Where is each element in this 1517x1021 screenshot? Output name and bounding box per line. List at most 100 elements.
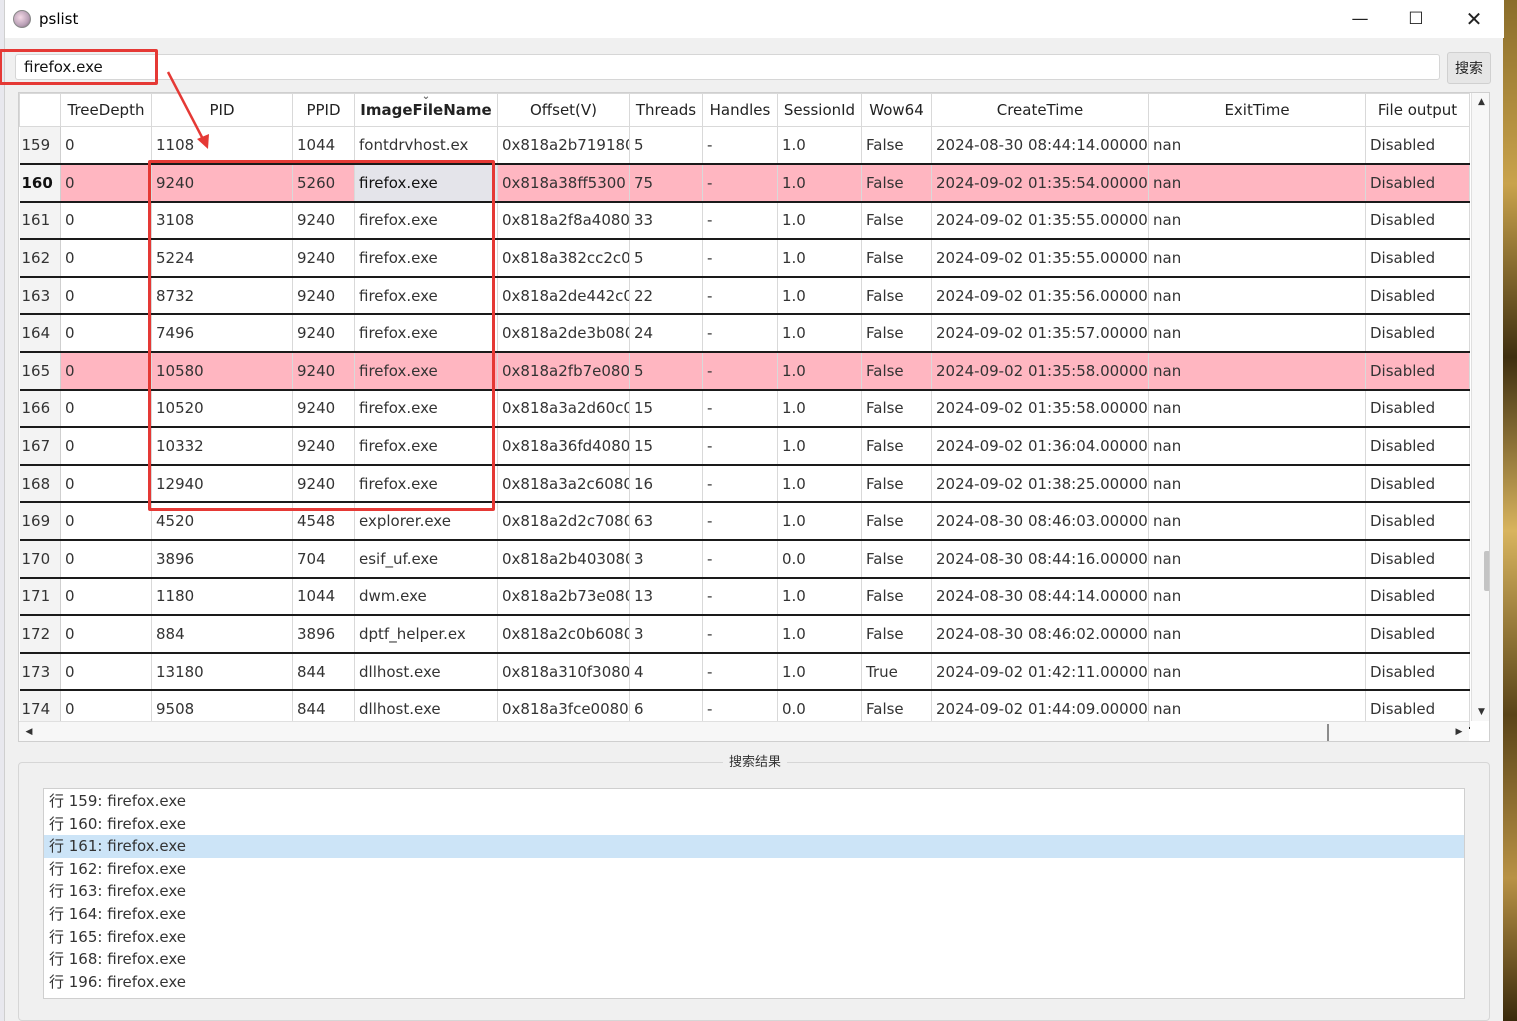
table-cell[interactable]: 0.0 bbox=[777, 540, 862, 579]
table-cell[interactable]: dwm.exe bbox=[354, 577, 498, 617]
table-cell[interactable]: 2024-08-30 08:44:14.000000 bbox=[931, 126, 1149, 166]
scroll-right-icon[interactable]: ▶ bbox=[1449, 722, 1469, 741]
table-cell[interactable]: 0 bbox=[60, 502, 152, 542]
table-cell[interactable]: 1.0 bbox=[777, 314, 862, 354]
table-cell[interactable]: False bbox=[861, 352, 932, 391]
list-item[interactable]: 行 161: firefox.exe bbox=[44, 835, 1464, 858]
row-header[interactable]: 164 bbox=[19, 314, 61, 354]
table-cell[interactable]: 1.0 bbox=[777, 239, 862, 278]
table-cell[interactable]: 4 bbox=[629, 652, 703, 692]
table-cell[interactable]: 2024-09-02 01:35:58.000000 bbox=[931, 352, 1149, 391]
row-header[interactable]: 166 bbox=[19, 389, 61, 429]
table-cell[interactable]: 1.0 bbox=[777, 577, 862, 617]
table-cell[interactable]: 2024-08-30 08:46:02.000000 bbox=[931, 615, 1149, 654]
table-cell[interactable]: - bbox=[702, 464, 778, 504]
table-cell[interactable]: 1.0 bbox=[777, 652, 862, 692]
table-cell[interactable]: nan bbox=[1148, 577, 1366, 617]
table-cell[interactable]: 1.0 bbox=[777, 427, 862, 466]
table-cell[interactable]: 0x818a3a2c6080 bbox=[497, 464, 630, 504]
table-row[interactable]: 171 0 1180 1044 dwm.exe 0x818a2b73e080 13-1.0 F… bbox=[19, 577, 1470, 617]
row-header[interactable]: 167 bbox=[19, 427, 61, 466]
table-cell[interactable]: 0 bbox=[60, 352, 152, 391]
table-cell[interactable]: 2024-08-30 08:46:03.000000 bbox=[931, 502, 1149, 542]
table-cell[interactable]: 2024-09-02 01:35:55.000000 bbox=[931, 201, 1149, 241]
table-cell[interactable]: 0 bbox=[60, 577, 152, 617]
table-cell[interactable]: Disabled bbox=[1365, 652, 1470, 692]
table-cell[interactable]: 0 bbox=[60, 389, 152, 429]
table-cell[interactable]: dptf_helper.ex bbox=[354, 615, 498, 654]
table-cell[interactable]: esif_uf.exe bbox=[354, 540, 498, 579]
row-header[interactable]: 165 bbox=[19, 352, 61, 391]
table-cell[interactable]: False bbox=[861, 314, 932, 354]
table-cell[interactable]: 884 bbox=[151, 615, 293, 654]
list-item[interactable]: 行 163: firefox.exe bbox=[44, 880, 1464, 903]
table-cell[interactable]: False bbox=[861, 540, 932, 579]
table-cell[interactable]: 2024-09-02 01:36:04.000000 bbox=[931, 427, 1149, 466]
table-cell[interactable]: 0 bbox=[60, 540, 152, 579]
column-header[interactable]: ⌄ ImageFileName bbox=[354, 93, 498, 127]
table-cell[interactable]: - bbox=[702, 239, 778, 278]
search-input[interactable] bbox=[15, 54, 1440, 80]
minimize-button[interactable]: — bbox=[1331, 0, 1389, 38]
table-cell[interactable]: 1044 bbox=[292, 577, 355, 617]
table-cell[interactable]: 5 bbox=[629, 239, 703, 278]
column-header[interactable]: CreateTime bbox=[931, 93, 1149, 127]
table-cell[interactable]: - bbox=[702, 427, 778, 466]
table-cell[interactable]: Disabled bbox=[1365, 201, 1470, 241]
table-cell[interactable]: 2024-09-02 01:35:58.000000 bbox=[931, 389, 1149, 429]
list-item[interactable]: 行 196: firefox.exe bbox=[44, 971, 1464, 994]
table-cell[interactable]: - bbox=[702, 164, 778, 203]
table-cell[interactable]: 22 bbox=[629, 276, 703, 316]
horizontal-scroll-thumb[interactable] bbox=[41, 724, 1329, 741]
list-item[interactable]: 行 159: firefox.exe bbox=[44, 790, 1464, 813]
table-cell[interactable]: 1.0 bbox=[777, 389, 862, 429]
table-cell[interactable]: - bbox=[702, 652, 778, 692]
row-header[interactable]: 162 bbox=[19, 239, 61, 278]
column-header[interactable]: ExitTime bbox=[1148, 93, 1366, 127]
vertical-scrollbar[interactable]: ▲ ▼ bbox=[1471, 93, 1489, 721]
table-cell[interactable]: 0x818a2de3b080 bbox=[497, 314, 630, 354]
table-cell[interactable]: 0 bbox=[60, 239, 152, 278]
table-cell[interactable]: 0 bbox=[60, 427, 152, 466]
table-cell[interactable]: - bbox=[702, 502, 778, 542]
table-cell[interactable]: True bbox=[861, 652, 932, 692]
table-cell[interactable]: 0x818a2d2c7080 bbox=[497, 502, 630, 542]
table-cell[interactable]: Disabled bbox=[1365, 540, 1470, 579]
table-cell[interactable]: 1.0 bbox=[777, 352, 862, 391]
table-cell[interactable]: 2024-09-02 01:38:25.000000 bbox=[931, 464, 1149, 504]
vertical-scroll-thumb[interactable] bbox=[1484, 551, 1489, 591]
table-cell[interactable]: 5 bbox=[629, 126, 703, 166]
table-cell[interactable]: Disabled bbox=[1365, 389, 1470, 429]
table-row[interactable]: 159 0 1108 1044 fontdrvhost.ex 0x818a2b719180… bbox=[19, 126, 1470, 166]
table-cell[interactable]: 0 bbox=[60, 652, 152, 692]
table-cell[interactable]: Disabled bbox=[1365, 164, 1470, 203]
row-header[interactable]: 169 bbox=[19, 502, 61, 542]
table-cell[interactable]: 0x818a2fb7e080 bbox=[497, 352, 630, 391]
table-cell[interactable]: 33 bbox=[629, 201, 703, 241]
table-cell[interactable]: nan bbox=[1148, 201, 1366, 241]
table-cell[interactable]: 3896 bbox=[151, 540, 293, 579]
table-cell[interactable]: - bbox=[702, 615, 778, 654]
table-cell[interactable]: 0x818a2de442c0 bbox=[497, 276, 630, 316]
table-cell[interactable]: 0x818a382cc2c0 bbox=[497, 239, 630, 278]
row-header[interactable]: 172 bbox=[19, 615, 61, 654]
table-cell[interactable]: 75 bbox=[629, 164, 703, 203]
table-cell[interactable]: nan bbox=[1148, 502, 1366, 542]
table-cell[interactable]: Disabled bbox=[1365, 427, 1470, 466]
table-cell[interactable]: Disabled bbox=[1365, 239, 1470, 278]
table-cell[interactable]: 16 bbox=[629, 464, 703, 504]
row-header[interactable]: 160 bbox=[19, 164, 61, 203]
column-header[interactable]: Wow64 bbox=[861, 93, 932, 127]
table-cell[interactable]: nan bbox=[1148, 239, 1366, 278]
table-cell[interactable]: 0x818a2f8a4080 bbox=[497, 201, 630, 241]
table-cell[interactable]: 2024-09-02 01:35:55.000000 bbox=[931, 239, 1149, 278]
table-cell[interactable]: 0x818a310f3080 bbox=[497, 652, 630, 692]
table-cell[interactable]: 0 bbox=[60, 126, 152, 166]
table-cell[interactable]: 1.0 bbox=[777, 164, 862, 203]
table-cell[interactable]: nan bbox=[1148, 540, 1366, 579]
table-cell[interactable]: Disabled bbox=[1365, 314, 1470, 354]
table-cell[interactable]: 0 bbox=[60, 201, 152, 241]
row-header[interactable]: 173 bbox=[19, 652, 61, 692]
table-cell[interactable]: 844 bbox=[292, 652, 355, 692]
table-cell[interactable]: False bbox=[861, 577, 932, 617]
